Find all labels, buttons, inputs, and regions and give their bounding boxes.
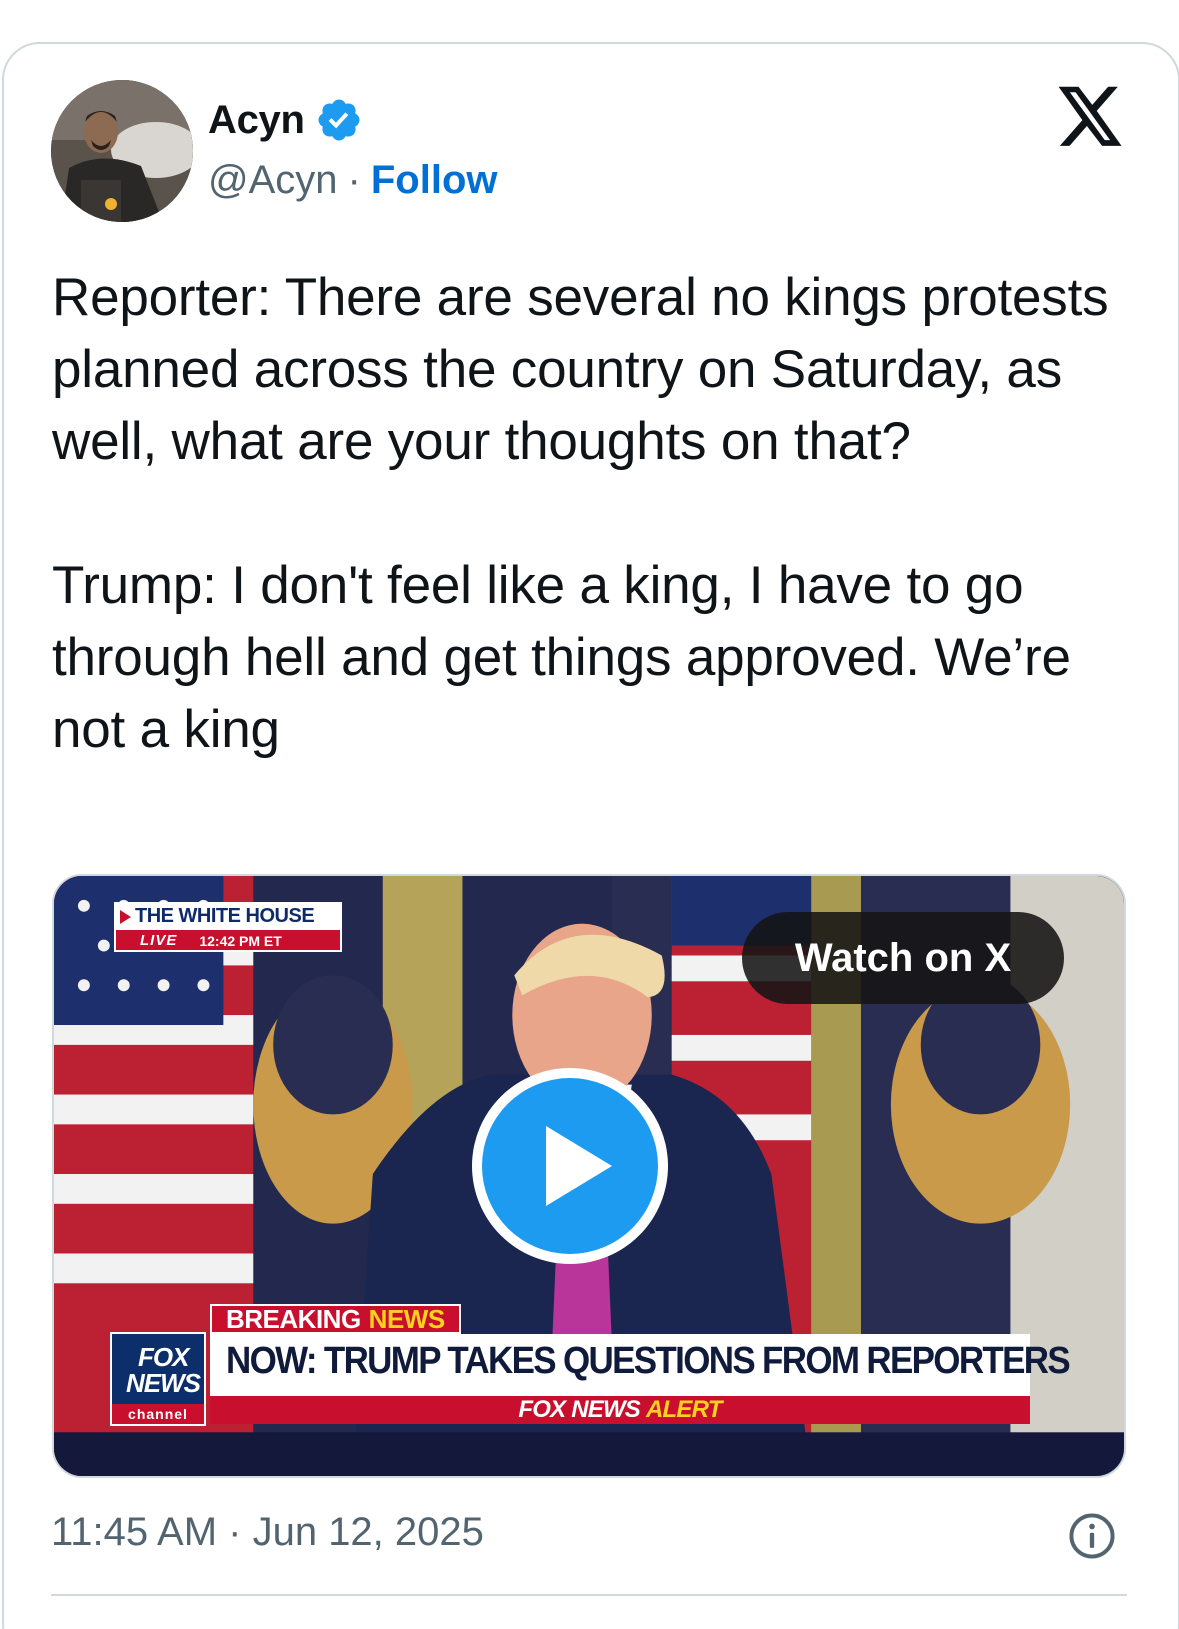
fox-logo-line2: NEWS [126, 1368, 201, 1398]
news-word: NEWS [368, 1303, 446, 1334]
avatar-image [51, 80, 193, 222]
display-name[interactable]: Acyn [208, 98, 305, 143]
watch-on-x-button[interactable]: Watch on X [742, 912, 1064, 1004]
fox-news-alert-bar: FOX NEWS ALERT [210, 1396, 1030, 1424]
fox-logo-line1: FOX [138, 1342, 189, 1372]
tweet-text: Reporter: There are several no kings pro… [52, 268, 1109, 759]
fox-logo-line3: channel [112, 1404, 204, 1424]
info-icon[interactable] [1066, 1510, 1118, 1562]
chyron-headline: NOW: TRUMP TAKES QUESTIONS FROM REPORTER… [226, 1340, 1071, 1382]
alert-brand: FOX NEWS [518, 1396, 641, 1423]
alert-word: ALERT [646, 1396, 722, 1423]
broadcast-time: 12:42 PM ET [199, 933, 282, 949]
handle-separator: · [347, 158, 361, 202]
breaking-word: BREAKING [226, 1303, 361, 1334]
breaking-news-label: BREAKING NEWS [210, 1304, 461, 1334]
avatar[interactable] [51, 80, 193, 222]
tweet-timestamp[interactable]: 11:45 AM · Jun 12, 2025 [51, 1510, 484, 1555]
video-media[interactable]: THE WHITE HOUSE LIVE 12:42 PM ET Watch o… [52, 874, 1126, 1478]
verified-badge-icon [315, 96, 363, 144]
divider [51, 1594, 1127, 1596]
fox-news-logo: FOX NEWS channel [110, 1332, 206, 1426]
follow-button[interactable]: Follow [371, 158, 498, 203]
news-chyron: NOW: TRUMP TAKES QUESTIONS FROM REPORTER… [210, 1334, 1071, 1396]
white-house-live-badge: THE WHITE HOUSE LIVE 12:42 PM ET [114, 902, 342, 954]
play-button[interactable] [472, 1068, 668, 1264]
live-label: LIVE [140, 932, 178, 949]
broadcast-location: THE WHITE HOUSE [135, 905, 315, 927]
play-icon [546, 1126, 612, 1206]
handle[interactable]: @Acyn [208, 158, 338, 203]
x-logo-icon[interactable] [1058, 86, 1124, 148]
